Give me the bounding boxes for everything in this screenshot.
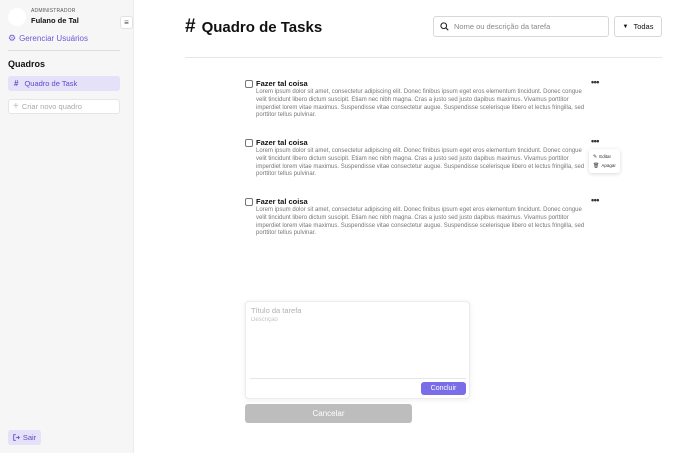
- logout-button[interactable]: Sair: [8, 430, 41, 445]
- task-checkbox[interactable]: [245, 139, 253, 147]
- more-options-icon[interactable]: •••: [591, 136, 599, 146]
- search-box: [433, 16, 609, 37]
- edit-task-button[interactable]: ✎ Editar: [593, 152, 616, 161]
- delete-task-button[interactable]: 🗑 Apagar: [593, 161, 616, 170]
- sidebar-item-quadro-de-task[interactable]: # Quadro de Task: [8, 76, 120, 91]
- more-options-icon[interactable]: •••: [591, 195, 599, 205]
- menu-button[interactable]: ≡: [120, 16, 133, 29]
- user-name: Fulano de Tal: [31, 16, 79, 25]
- cancel-button[interactable]: Cancelar: [245, 404, 412, 423]
- search-icon: [440, 22, 449, 31]
- pencil-icon: ✎: [593, 153, 598, 160]
- page-title: # Quadro de Tasks: [185, 16, 322, 38]
- new-task-form: Concluir: [245, 301, 470, 399]
- manage-users-label: Gerenciar Usuários: [19, 33, 88, 43]
- hamburger-icon: ≡: [124, 18, 129, 27]
- task-description: Lorem ipsum dolor sit amet, consectetur …: [256, 89, 585, 119]
- avatar: [8, 8, 26, 26]
- caret-down-icon: ▼: [622, 23, 629, 30]
- filter-selected: Todas: [633, 22, 654, 31]
- task-title: Fazer tal coisa: [256, 197, 308, 206]
- search-input[interactable]: [454, 22, 604, 31]
- logout-label: Sair: [22, 433, 37, 442]
- trash-icon: 🗑: [593, 162, 600, 169]
- task-action-menu: ✎ Editar 🗑 Apagar: [589, 149, 620, 173]
- new-board-placeholder: Criar novo quadro: [21, 102, 82, 111]
- hash-icon: #: [14, 79, 19, 88]
- edit-label: Editar: [599, 154, 611, 159]
- submit-button[interactable]: Concluir: [421, 382, 466, 395]
- hash-icon: #: [185, 16, 196, 37]
- task-title: Fazer tal coisa: [256, 79, 308, 88]
- header-divider: [185, 57, 662, 58]
- sidebar-item-label: Quadro de Task: [24, 79, 78, 88]
- logout-icon: [13, 434, 20, 441]
- task-checkbox[interactable]: [245, 80, 253, 88]
- task-title-input[interactable]: [251, 306, 465, 315]
- more-options-icon[interactable]: •••: [591, 77, 599, 87]
- task-description: Lorem ipsum dolor sit amet, consectetur …: [256, 148, 585, 178]
- boards-heading: Quadros: [8, 59, 46, 69]
- manage-users-link[interactable]: ⚙ Gerenciar Usuários: [8, 33, 88, 43]
- page-title-text: Quadro de Tasks: [201, 18, 323, 36]
- task-description-input[interactable]: [251, 317, 465, 377]
- plus-icon: +: [13, 100, 19, 112]
- gear-icon: ⚙: [8, 33, 17, 43]
- new-board-input[interactable]: + Criar novo quadro: [8, 99, 120, 114]
- task-description: Lorem ipsum dolor sit amet, consectetur …: [256, 207, 585, 237]
- sidebar: ADMINISTRADOR Fulano de Tal ≡ ⚙ Gerencia…: [0, 0, 134, 453]
- task-title: Fazer tal coisa: [256, 138, 308, 147]
- filter-dropdown[interactable]: ▼ Todas: [614, 16, 662, 37]
- user-role: ADMINISTRADOR: [31, 8, 76, 14]
- form-divider: [250, 378, 466, 379]
- user-profile: ADMINISTRADOR Fulano de Tal ≡: [8, 7, 133, 29]
- delete-label: Apagar: [601, 163, 616, 168]
- sidebar-divider: [8, 50, 120, 51]
- task-checkbox[interactable]: [245, 198, 253, 206]
